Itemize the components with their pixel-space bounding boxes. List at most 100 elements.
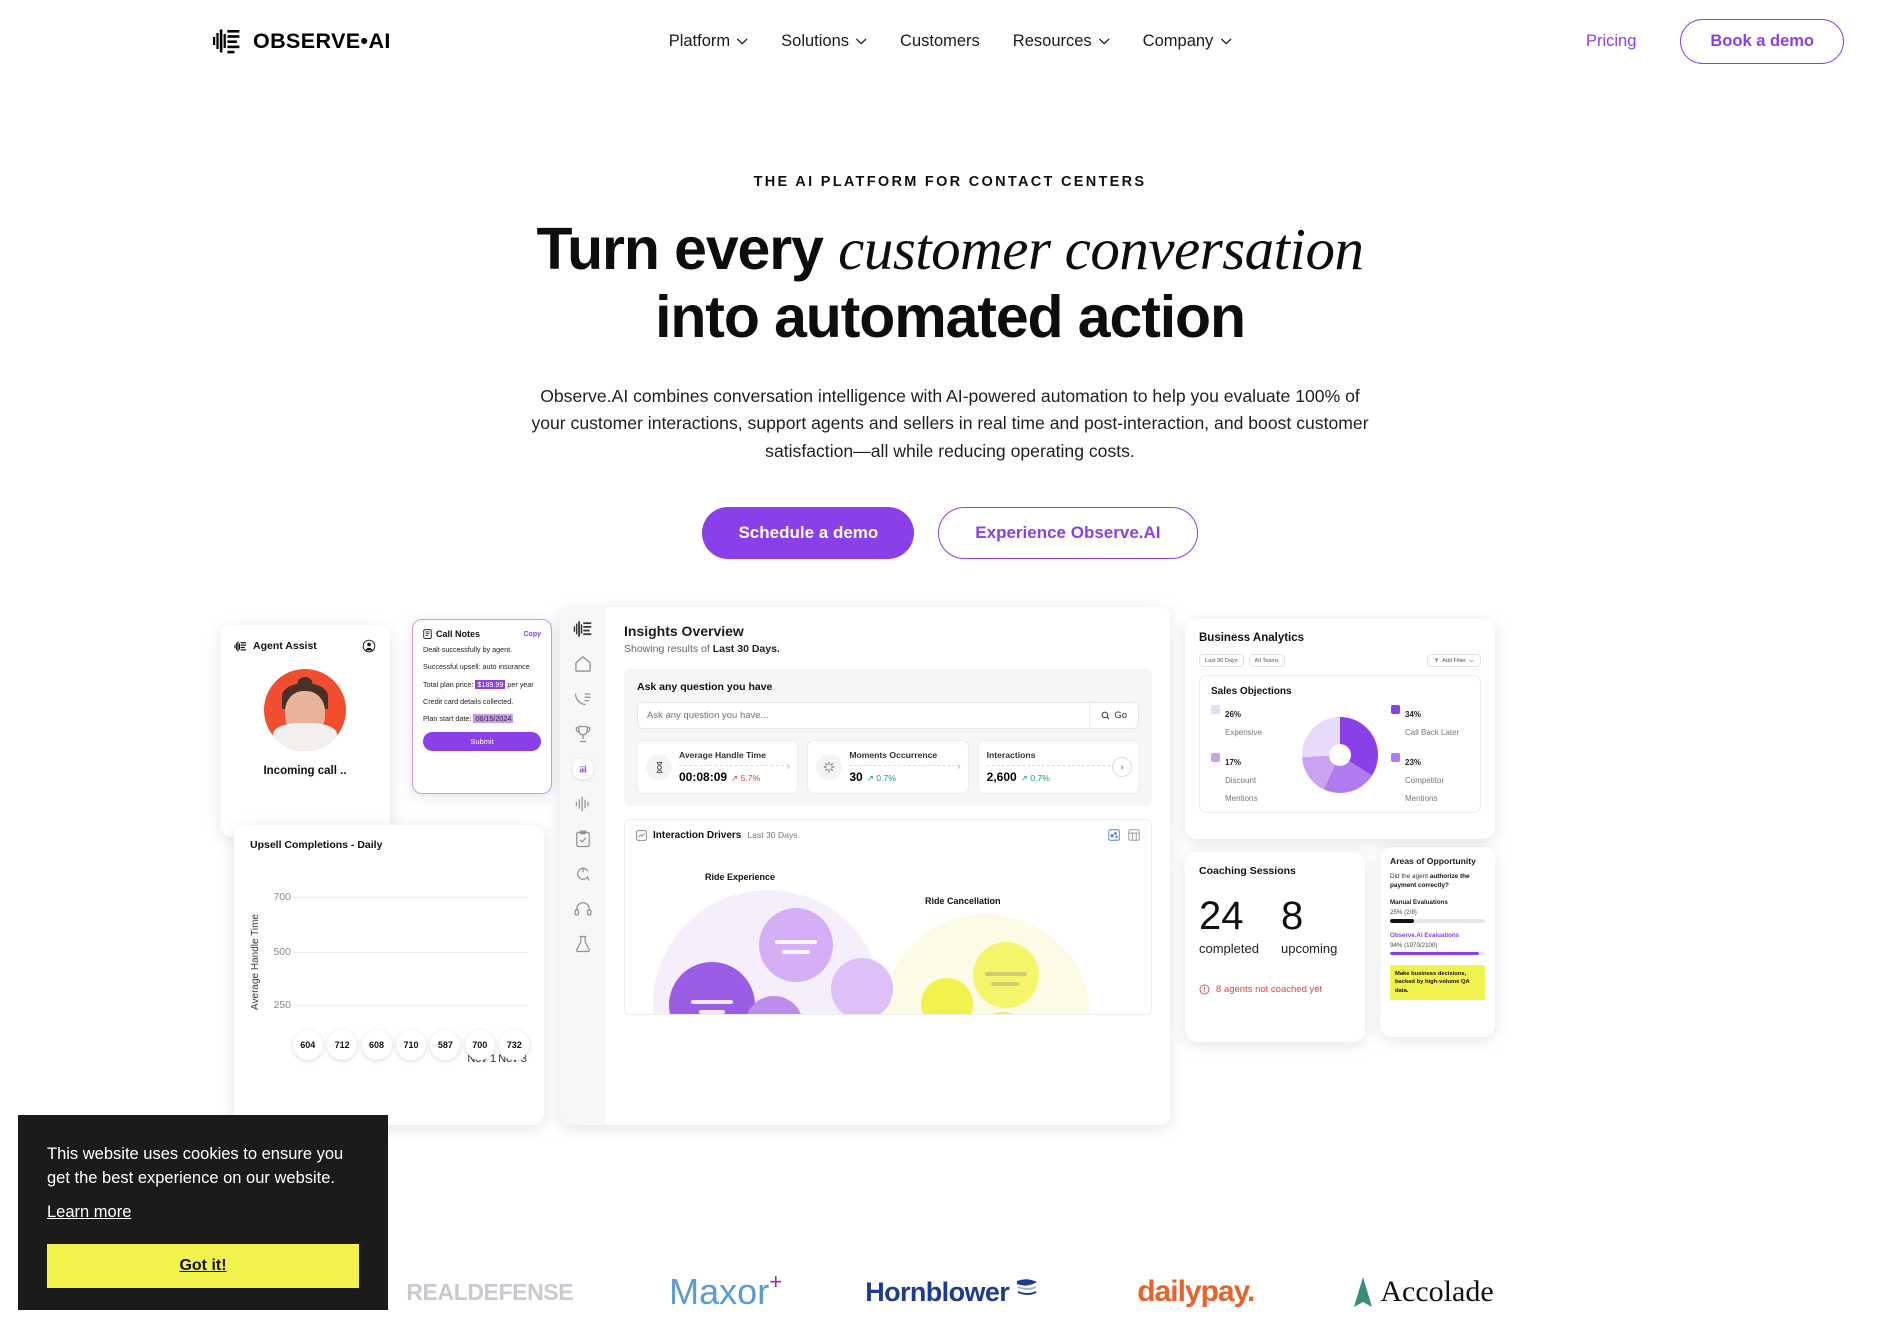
y-tick: 250	[273, 998, 291, 1011]
chevron-down-icon	[1469, 659, 1474, 662]
clipboard-check-icon[interactable]	[573, 829, 593, 849]
legend-item: 26% Expensive	[1211, 704, 1289, 740]
observe-progress-bar	[1390, 951, 1485, 956]
y-axis-label: Average Handle Time	[250, 914, 261, 1010]
legend-pct: 26%	[1225, 710, 1242, 719]
metric-name: Interactions	[986, 750, 1036, 760]
add-filter-button[interactable]: Add Filter	[1427, 654, 1481, 667]
metric-card-aht[interactable]: Average Handle Time 00:08:09 ↗ 5.7% ›	[637, 740, 799, 794]
manual-progress-bar	[1390, 919, 1485, 923]
observe-ai-mark-icon	[213, 29, 240, 54]
chevron-right-icon[interactable]: ›	[957, 761, 961, 773]
legend-pct: 23%	[1405, 758, 1422, 767]
metric-delta: ↗ 5.7%	[731, 773, 761, 783]
date-prefix: Plan start date:	[423, 714, 472, 724]
book-a-demo-button[interactable]: Book a demo	[1680, 18, 1844, 64]
logo-accolade: Accolade	[1350, 1275, 1494, 1309]
call-list-icon[interactable]	[573, 689, 593, 709]
logo-dailypay: dailypay.	[1137, 1275, 1255, 1308]
ask-question-input[interactable]	[638, 703, 1090, 728]
table-view-icon[interactable]	[1128, 829, 1140, 841]
got-it-button[interactable]: Got it!	[47, 1244, 359, 1288]
alert-circle-icon	[1199, 984, 1210, 995]
filter-icon	[1434, 658, 1439, 663]
add-filter-label: Add Filter	[1442, 657, 1466, 664]
logo-hornblower: Hornblower	[865, 1277, 1041, 1308]
chevron-down-icon	[737, 38, 748, 44]
nav-label: Platform	[668, 31, 731, 50]
nav-item-solutions[interactable]: Solutions	[781, 32, 867, 51]
logo-realdefense: REALDEFENSE	[406, 1278, 574, 1305]
go-button[interactable]: Go	[1089, 703, 1138, 728]
nav-item-customers[interactable]: Customers	[900, 32, 980, 51]
metric-card-moments[interactable]: Moments Occurrence 30 ↗ 0.7% ›	[807, 740, 969, 794]
pricing-link[interactable]: Pricing	[1586, 32, 1636, 51]
refresh-chat-icon[interactable]	[573, 864, 593, 884]
nav-item-company[interactable]: Company	[1143, 32, 1232, 51]
observe-evaluations-value: 94% (1970/2100)	[1390, 941, 1438, 949]
upcoming-label: upcoming	[1280, 941, 1338, 956]
logo[interactable]: OBSERVE•AI	[212, 26, 391, 56]
go-label: Go	[1114, 710, 1127, 721]
flag-icon	[1017, 1279, 1038, 1305]
ask-label: Ask any question you have	[637, 681, 773, 693]
hero-section: THE AI PLATFORM FOR CONTACT CENTERS Turn…	[0, 82, 1900, 559]
bar-value-label: 604	[292, 1030, 323, 1060]
insights-body: Insights Overview Showing results of Las…	[606, 607, 1170, 1125]
metric-delta: ↗ 0.7%	[1020, 773, 1050, 783]
metric-card-interactions[interactable]: Interactions 2,600 ↗ 0.7% ›	[977, 740, 1139, 794]
schedule-demo-button[interactable]: Schedule a demo	[702, 507, 915, 559]
submit-button[interactable]: Submit	[423, 731, 541, 751]
chip-date-range[interactable]: Last 90 Days	[1199, 654, 1244, 667]
copy-link[interactable]: Copy	[524, 631, 542, 638]
waveform-icon[interactable]	[573, 794, 593, 814]
search-icon	[1101, 711, 1110, 720]
hero-eyebrow: THE AI PLATFORM FOR CONTACT CENTERS	[753, 174, 1147, 190]
chevron-down-icon	[1099, 38, 1110, 44]
chevron-right-icon[interactable]: ›	[787, 761, 791, 773]
coaching-sessions-card: Coaching Sessions 24 completed 8 upcomin…	[1185, 852, 1365, 1042]
chart-icon[interactable]	[573, 759, 593, 779]
y-axis-ticks: 700 500 250	[266, 877, 294, 1047]
upsell-completions-card: Upsell Completions - Daily Average Handl…	[234, 825, 544, 1125]
bar-value-label: 608	[361, 1030, 392, 1060]
coaching-counts: 24 completed 8 upcoming	[1199, 894, 1351, 956]
hero-subtitle: Observe.AI combines conversation intelli…	[531, 385, 1369, 461]
note-line: Successful upsell: auto insurance	[423, 662, 530, 672]
price-value-highlight: $189.99	[475, 679, 506, 689]
legend-swatch	[1391, 705, 1400, 714]
nav-label: Resources	[1012, 31, 1092, 50]
trophy-icon[interactable]	[573, 724, 593, 744]
sparkle-icon	[816, 754, 843, 780]
legend-swatch	[1211, 753, 1220, 762]
home-icon[interactable]	[573, 654, 593, 674]
coaching-sessions-title: Coaching Sessions	[1199, 865, 1296, 877]
cookie-text: This website uses cookies to ensure you …	[47, 1145, 344, 1187]
nav-item-resources[interactable]: Resources	[1013, 32, 1110, 51]
note-line-price: Total plan price: $189.99 per year	[423, 679, 541, 689]
bar-series: 604 712 608 710 587 700 732	[292, 877, 530, 1060]
observe-ai-mark-icon[interactable]	[573, 619, 593, 639]
areas-note: Make business decisions, backed by high-…	[1390, 965, 1485, 1001]
learn-more-link[interactable]: Learn more	[47, 1203, 131, 1222]
coaching-completed: 24 completed	[1199, 894, 1259, 956]
agent-assist-title: Agent Assist	[253, 640, 317, 652]
completed-value: 24	[1199, 894, 1244, 938]
nav-item-platform[interactable]: Platform	[669, 32, 748, 51]
question-prefix: Did the agent	[1390, 873, 1430, 880]
bar-value-label: 587	[430, 1030, 461, 1060]
flask-icon[interactable]	[573, 934, 593, 954]
legend-label: Competitor Mentions	[1405, 776, 1445, 803]
bubble-view-icon[interactable]	[1108, 829, 1120, 841]
bar-value-label: 710	[395, 1030, 426, 1060]
legend-swatch	[1391, 753, 1400, 762]
metric-cards: Average Handle Time 00:08:09 ↗ 5.7% › Mo…	[637, 740, 1139, 794]
user-account-icon[interactable]	[362, 639, 376, 653]
chevron-right-circle-icon[interactable]: ›	[1111, 757, 1132, 777]
headset-icon[interactable]	[573, 899, 593, 919]
logo-text: OBSERVE•AI	[253, 28, 391, 53]
chip-teams[interactable]: All Teams	[1248, 654, 1285, 667]
cluster-label-ride-cancellation: Ride Cancellation	[925, 896, 1001, 906]
bar-value-label: 712	[327, 1030, 358, 1060]
experience-observe-ai-button[interactable]: Experience Observe.AI	[938, 507, 1198, 559]
